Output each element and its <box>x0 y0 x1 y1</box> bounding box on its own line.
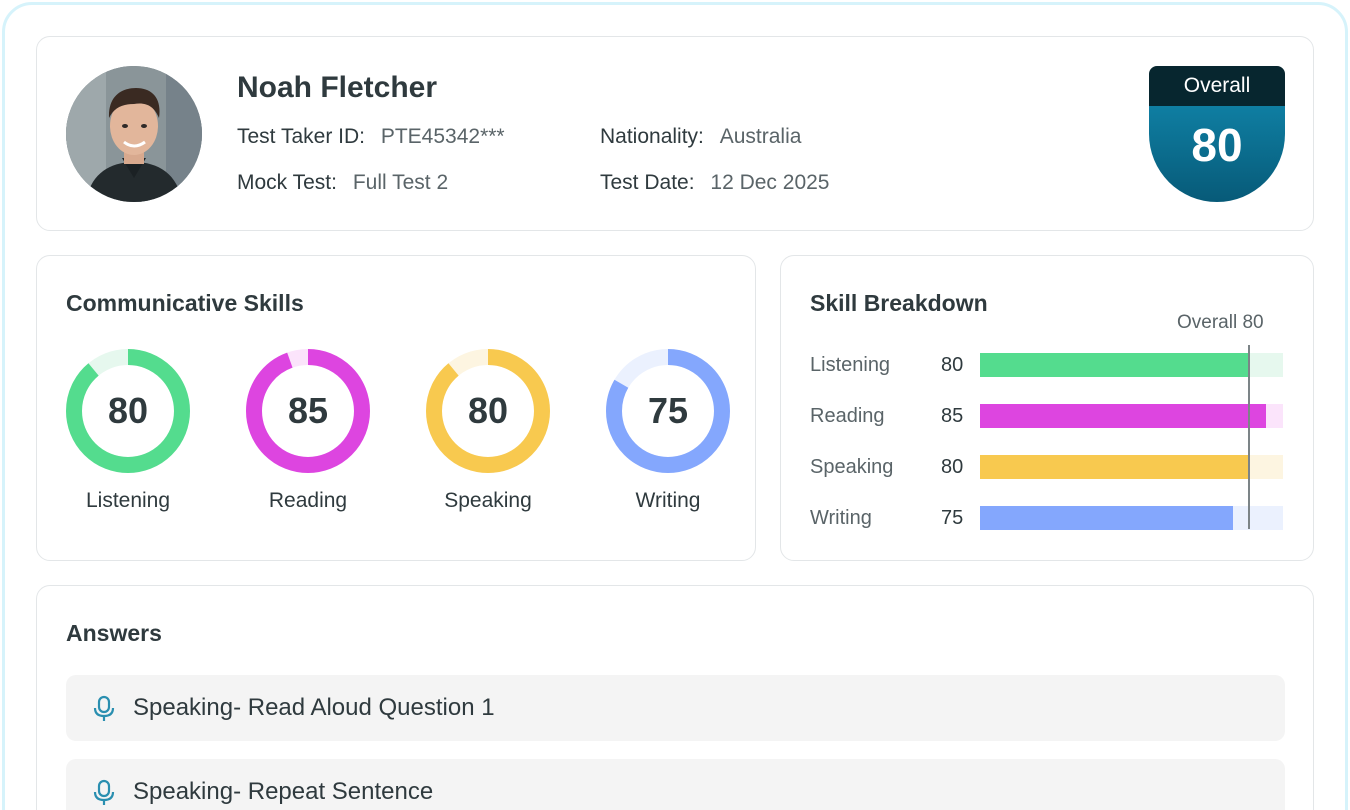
gauge-value: 75 <box>647 390 689 431</box>
gauge-writing: 75 Writing <box>606 349 730 512</box>
test-date-value: 12 Dec 2025 <box>710 171 830 194</box>
gauge-reading: 85 Reading <box>246 349 370 512</box>
profile-card: Noah Fletcher Test Taker ID: PTE45342***… <box>36 36 1314 231</box>
test-date-label: Test Date: <box>600 171 695 194</box>
gauge-label: Reading <box>268 489 348 512</box>
overall-score-value: 80 <box>1149 104 1285 202</box>
answer-item[interactable]: Speaking- Repeat Sentence <box>66 759 1285 810</box>
microphone-icon <box>92 695 116 728</box>
mock-test-row: Mock Test: Full Test 2 <box>237 171 448 195</box>
breakdown-row-listening: Listening 80 <box>810 352 1285 378</box>
gauge-listening: 80 Listening <box>66 349 190 512</box>
gauge-label: Listening <box>85 489 171 512</box>
breakdown-fill <box>980 353 1250 377</box>
answer-label: Speaking- Read Aloud Question 1 <box>133 694 495 721</box>
test-taker-id-label: Test Taker ID: <box>237 125 365 148</box>
test-date-row: Test Date: 12 Dec 2025 <box>600 171 829 195</box>
overall-score-label: Overall <box>1149 66 1285 106</box>
answers-card: Answers Speaking- Read Aloud Question 1 S… <box>36 585 1314 810</box>
breakdown-label: Speaking <box>810 456 894 478</box>
breakdown-label: Writing <box>810 507 872 529</box>
breakdown-label: Listening <box>810 354 891 376</box>
gauge-value: 80 <box>467 390 509 431</box>
answers-title: Answers <box>66 620 162 646</box>
nationality-row: Nationality: Australia <box>600 125 801 149</box>
microphone-icon <box>92 779 116 810</box>
gauge-speaking: 80 Speaking <box>426 349 550 512</box>
breakdown-score: 75 <box>941 507 964 529</box>
breakdown-fill <box>980 506 1233 530</box>
breakdown-score: 80 <box>941 456 964 478</box>
overall-score-badge: 80 Overall <box>1149 66 1285 202</box>
breakdown-track <box>980 455 1283 479</box>
skill-breakdown-card: Skill Breakdown Overall 80 Listening 80 Re… <box>780 255 1314 561</box>
gauge-value: 85 <box>287 390 329 431</box>
breakdown-fill <box>980 455 1250 479</box>
mock-test-value: Full Test 2 <box>352 171 449 194</box>
gauge-label: Speaking <box>444 489 532 512</box>
mock-test-label: Mock Test: <box>237 171 337 194</box>
gauge-label: Writing <box>635 489 701 512</box>
breakdown-score: 80 <box>941 354 964 376</box>
breakdown-fill <box>980 404 1267 428</box>
test-taker-id-row: Test Taker ID: PTE45342*** <box>237 125 505 149</box>
breakdown-score: 85 <box>941 405 964 427</box>
breakdown-track <box>980 506 1283 530</box>
skill-breakdown-title: Skill Breakdown <box>810 290 988 316</box>
nationality-value: Australia <box>719 125 802 148</box>
communicative-skills-title: Communicative Skills <box>66 290 304 316</box>
answer-label: Speaking- Repeat Sentence <box>133 778 434 805</box>
breakdown-track <box>980 404 1283 428</box>
avatar <box>66 66 202 202</box>
breakdown-label: Reading <box>810 405 885 427</box>
breakdown-row-reading: Reading 85 <box>810 403 1285 429</box>
test-taker-id-value: PTE45342*** <box>380 125 505 148</box>
communicative-skills-card: Communicative Skills 80 Listening 85 Readin… <box>36 255 756 561</box>
overall-marker-label: Overall 80 <box>1177 312 1264 333</box>
gauge-value: 80 <box>107 390 149 431</box>
overall-marker-line <box>1248 345 1251 529</box>
breakdown-row-writing: Writing 75 <box>810 505 1285 531</box>
breakdown-row-speaking: Speaking 80 <box>810 454 1285 480</box>
breakdown-track <box>980 353 1283 377</box>
nationality-label: Nationality: <box>600 125 704 148</box>
candidate-name: Noah Fletcher <box>237 71 438 104</box>
answer-item[interactable]: Speaking- Read Aloud Question 1 <box>66 675 1285 741</box>
